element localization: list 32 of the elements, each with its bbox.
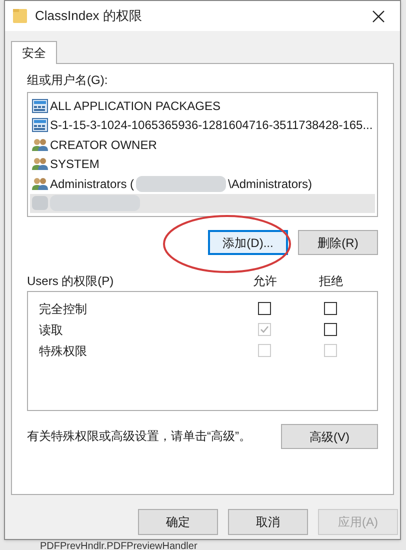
list-item[interactable]: S-1-15-3-1024-1065365936-1281604716-3511738428-165... [30,116,375,135]
blurred-area [32,196,48,210]
list-item[interactable]: SYSTEM [30,154,375,174]
checkbox[interactable] [324,302,336,315]
users-icon [32,176,48,191]
button[interactable]: 确定 [138,509,218,535]
checkbox[interactable] [258,302,270,315]
button[interactable]: 添加(D)... [208,230,288,255]
column-header: 拒绝 [318,273,344,290]
permission-name: 读取 [39,322,64,338]
hint-text: 有关特殊权限或高级设置，请单击“高级”。 [27,428,252,445]
list-item[interactable]: ALL APPLICATION PACKAGES [30,96,375,116]
users-icon [32,157,48,172]
list-item[interactable]: Administrators ( \Administrators) [30,174,375,194]
tab[interactable]: 安全 [11,41,57,64]
button[interactable]: 取消 [228,509,308,535]
file-name: PDFPrevHndlr.PDFPreviewHandler [40,542,198,550]
button[interactable]: 删除(R) [298,230,378,255]
list-item[interactable]: CREATOR OWNER [30,135,375,154]
folder-icon [13,8,27,24]
permission-name: 特殊权限 [39,342,88,360]
column-header: 允许 [252,273,278,290]
checkbox[interactable] [324,323,336,336]
field-label: Users 的权限(P) [27,273,115,290]
package-icon [32,98,48,113]
advanced-button[interactable]: 高级(V) [281,424,378,449]
close-icon [372,10,384,22]
permission-name: 完全控制 [39,300,88,318]
users-icon [32,138,48,152]
window-title: ClassIndex 的权限 [35,7,143,26]
package-icon [32,118,48,132]
field-label: 组或用户名(G): [27,72,109,88]
